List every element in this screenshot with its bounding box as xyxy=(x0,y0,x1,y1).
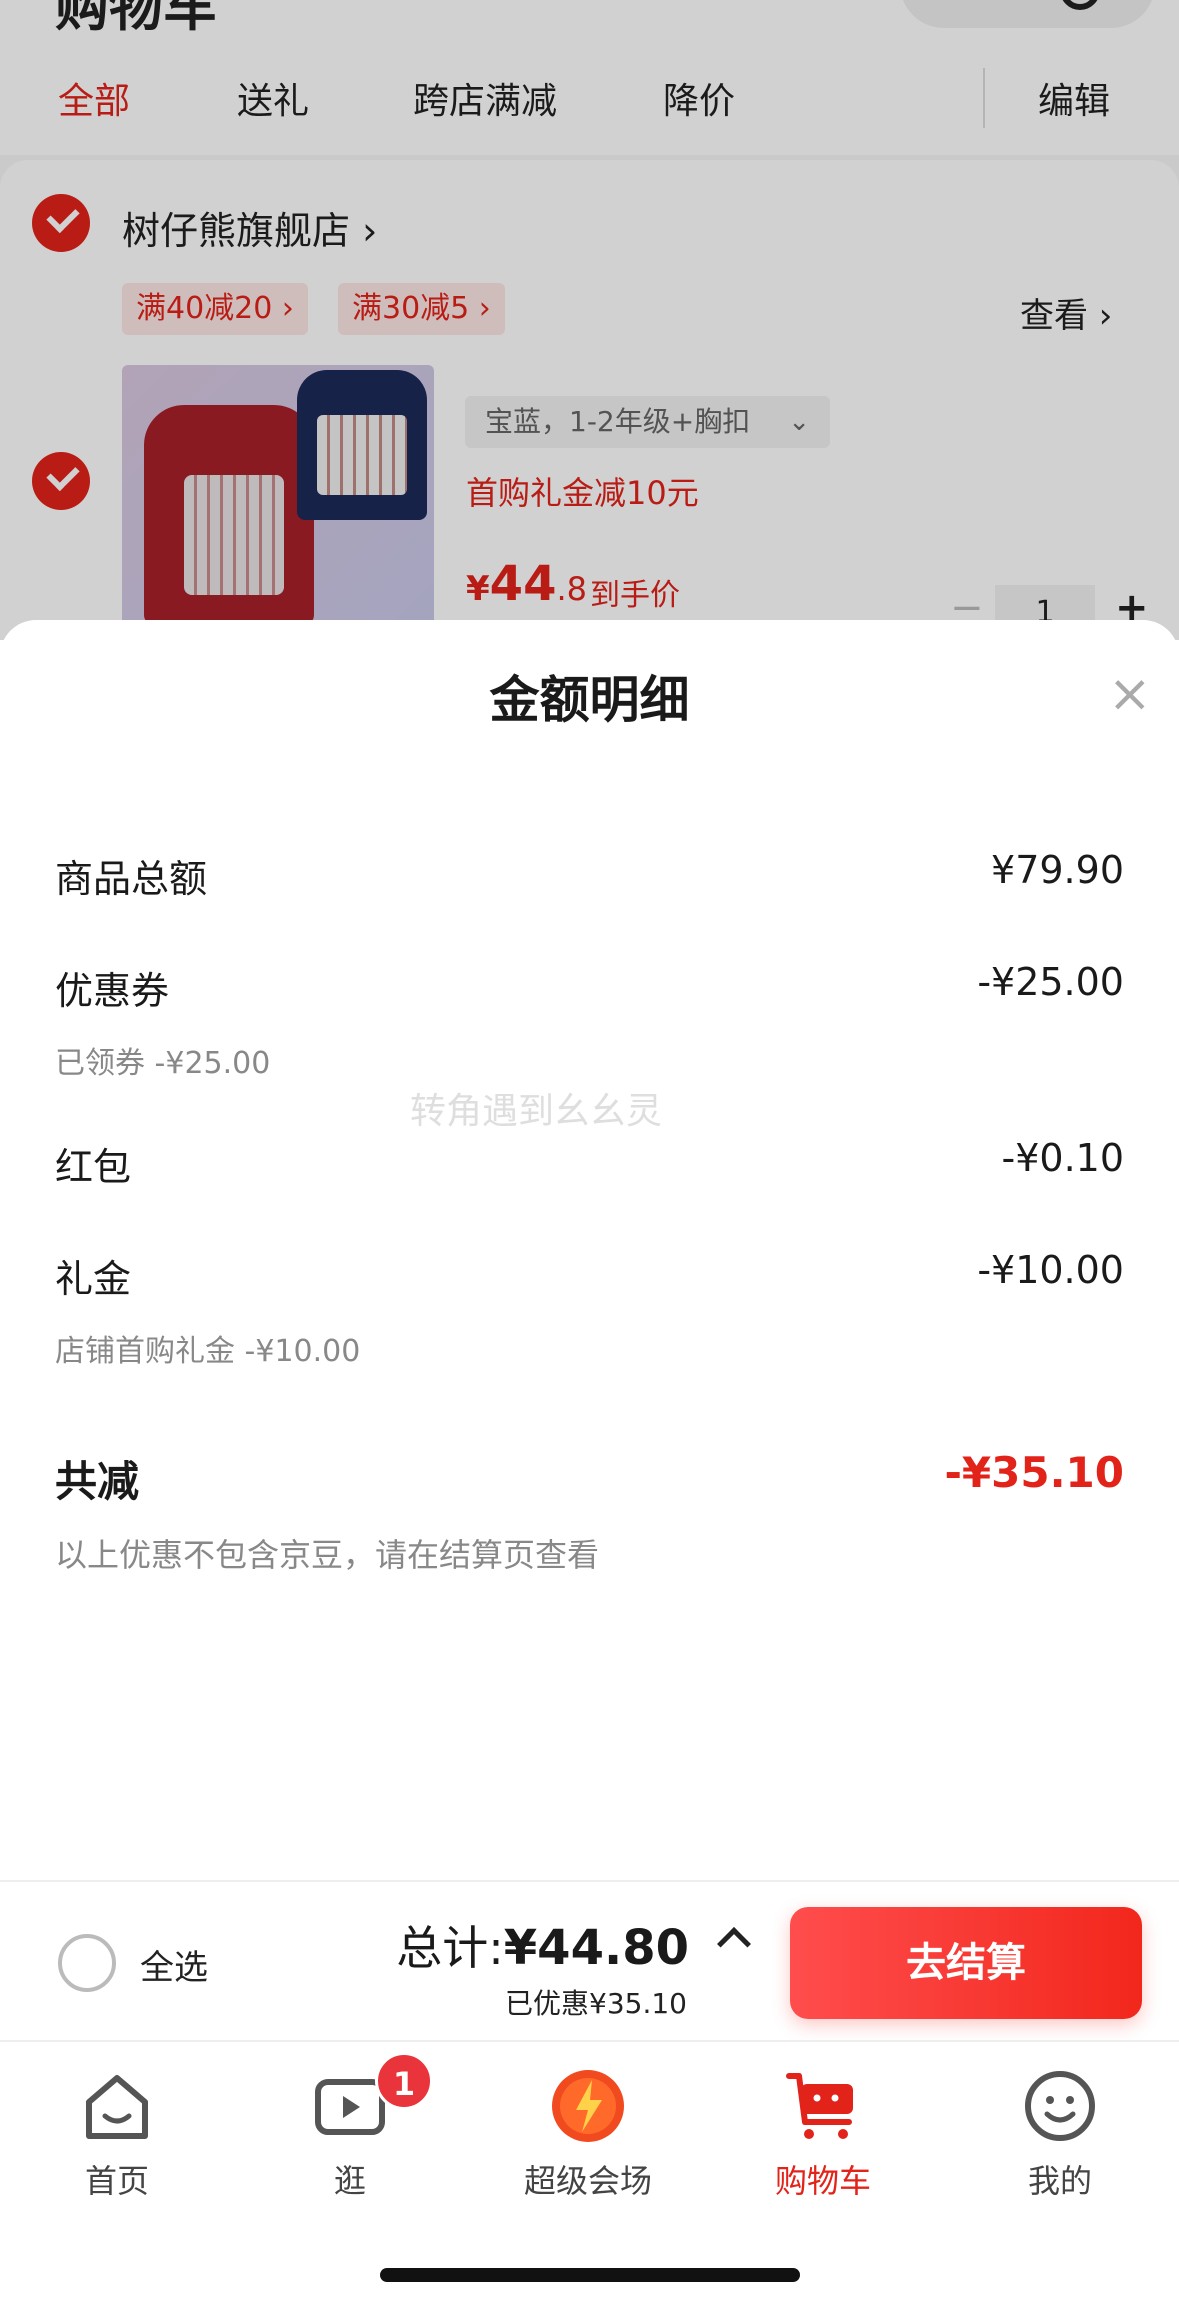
row-sub-gift-money: 店铺首购礼金 -¥10.00 xyxy=(55,1334,361,1369)
total-discount-label: 共减 xyxy=(55,1457,140,1506)
row-value-red-packet: -¥0.10 xyxy=(1001,1136,1125,1180)
row-value-goods-total: ¥79.90 xyxy=(991,848,1124,892)
tab-cart-label: 购物车 xyxy=(774,2162,871,2200)
home-indicator xyxy=(380,2268,800,2282)
amount-detail-sheet: 金额明细 × 商品总额 ¥79.90 优惠券 -¥25.00 已领券 -¥25.… xyxy=(0,620,1179,1880)
tab-home-label: 首页 xyxy=(84,2162,149,2200)
row-label-gift-money: 礼金 xyxy=(55,1257,132,1301)
total-prefix: 总计: xyxy=(396,1921,504,1975)
row-value-gift-money: -¥10.00 xyxy=(977,1248,1124,1292)
row-sub-coupon: 已领券 -¥25.00 xyxy=(55,1046,271,1081)
home-icon xyxy=(86,2075,148,2139)
super-venue-icon xyxy=(552,2070,624,2142)
discount-note: 以上优惠不包含京豆，请在结算页查看 xyxy=(55,1536,600,1574)
select-all-label[interactable]: 全选 xyxy=(140,1940,208,1989)
saved-amount: 已优惠¥35.10 xyxy=(505,1987,687,2020)
watermark: 转角遇到幺幺灵 xyxy=(410,1091,663,1132)
select-all-checkbox[interactable] xyxy=(58,1934,116,1992)
cart-icon xyxy=(786,2073,853,2139)
row-label-coupon: 优惠券 xyxy=(55,969,170,1013)
profile-icon xyxy=(1025,2071,1095,2141)
tab-profile[interactable]: 我的 xyxy=(960,2056,1160,2206)
checkout-bar: 全选 总计:¥44.80 已优惠¥35.10 去结算 xyxy=(0,1880,1179,2040)
sheet-title: 金额明细 xyxy=(489,671,690,729)
close-icon[interactable]: × xyxy=(1108,668,1152,720)
row-label-red-packet: 红包 xyxy=(55,1145,132,1189)
checkout-button[interactable]: 去结算 xyxy=(790,1907,1142,2019)
tab-cart[interactable]: 购物车 xyxy=(723,2056,923,2206)
total-discount-value: -¥35.10 xyxy=(944,1448,1124,1497)
total-amount: ¥44.80 xyxy=(503,1920,689,1976)
cart-background: 购物车 全部 送礼 跨店满减 降价 编辑 树仔熊旗舰店 › 满40减20 › 满… xyxy=(0,0,1179,640)
tab-super-venue-label: 超级会场 xyxy=(523,2162,652,2200)
total-price: 总计:¥44.80 xyxy=(396,1912,689,1978)
tab-home[interactable]: 首页 xyxy=(17,2056,217,2206)
tab-browse[interactable]: 1 逛 xyxy=(250,2052,450,2206)
notification-badge: 1 xyxy=(375,2052,433,2110)
tab-super-venue[interactable]: 超级会场 xyxy=(488,2056,688,2206)
tab-browse-label: 逛 xyxy=(333,2162,366,2200)
tab-profile-label: 我的 xyxy=(1027,2162,1092,2200)
row-value-coupon: -¥25.00 xyxy=(977,960,1124,1004)
chevron-up-icon[interactable] xyxy=(717,1927,751,1961)
row-label-goods-total: 商品总额 xyxy=(55,857,208,901)
overlay-scrim[interactable] xyxy=(0,0,1179,640)
